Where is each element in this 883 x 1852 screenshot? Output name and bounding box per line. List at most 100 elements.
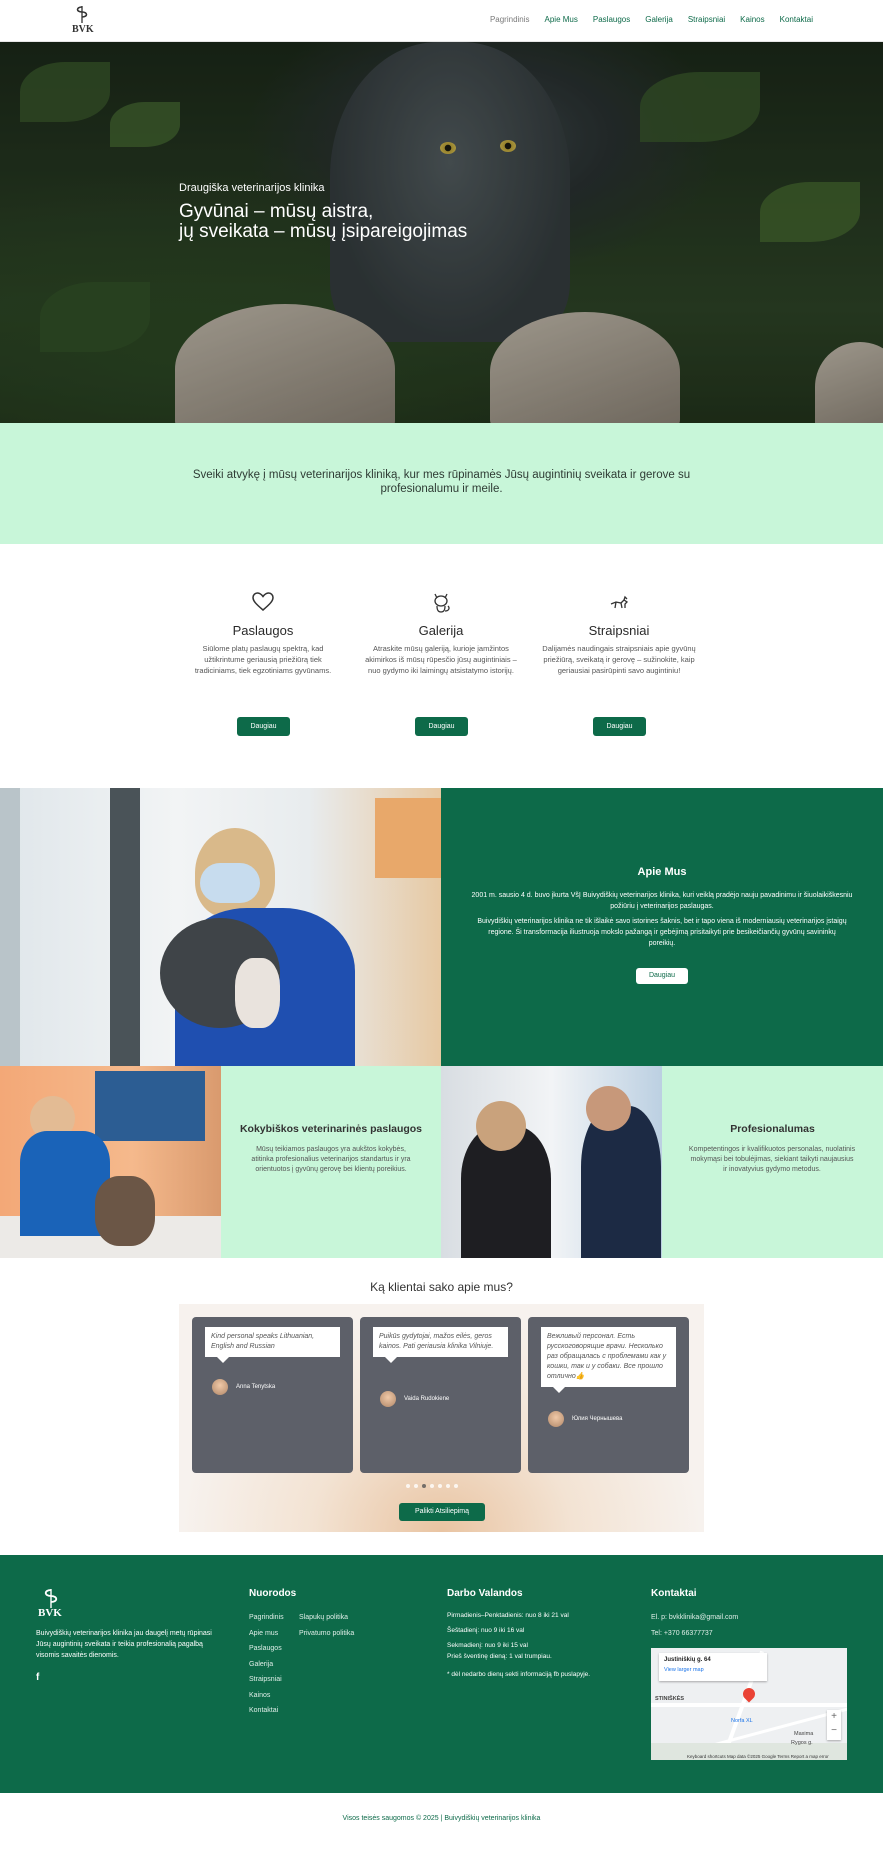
- galerija-more-button[interactable]: Daugiau: [415, 717, 468, 736]
- google-map[interactable]: Justiniškių g. 64 View larger map STINIŠ…: [651, 1648, 847, 1760]
- professional-text: Kompetentingos ir kvalifikuotos personal…: [688, 1146, 856, 1173]
- carousel-dot-active[interactable]: [422, 1484, 426, 1488]
- professional-section: Profesionalumas Kompetentingos ir kvalif…: [662, 1066, 883, 1258]
- vet-mask: [200, 863, 260, 903]
- hero-title: Gyvūnai – mūsų aistra, jų sveikata – mūs…: [179, 201, 468, 242]
- svg-text:BVK: BVK: [72, 24, 94, 35]
- dog-on-table: [95, 1176, 155, 1246]
- footer-link[interactable]: Galerija: [249, 1657, 284, 1673]
- footer-links-col2: Slapukų politika Privatumo politika: [299, 1610, 354, 1641]
- testimonial-author: Юлия Чернышева: [572, 1416, 623, 1422]
- dog-icon: [610, 595, 629, 609]
- contact-title: Kontaktai: [651, 1588, 697, 1599]
- testimonial-card: Kind personal speaks Lithuanian, English…: [192, 1317, 353, 1473]
- testimonial-card: Puikūs gydytojai, mažos eilės, geros kai…: [360, 1317, 521, 1473]
- nav-apie-mus[interactable]: Apie Mus: [545, 15, 578, 24]
- photo-vets-team: [441, 1066, 662, 1258]
- paslaugos-more-button[interactable]: Daugiau: [237, 717, 290, 736]
- site-footer: BVK Buivydiškių veterinarijos klinika ja…: [0, 1555, 883, 1793]
- feature-title: Paslaugos: [232, 623, 294, 638]
- map-label: Rygos g.: [791, 1740, 813, 1746]
- vet-right: [581, 1106, 661, 1258]
- nav-pagrindinis[interactable]: Pagrindinis: [490, 15, 530, 24]
- hours-title: Darbo Valandos: [447, 1588, 523, 1599]
- carousel-dot[interactable]: [406, 1484, 410, 1488]
- about-text-2: Buivydiškių veterinarijos klinika ne tik…: [477, 918, 847, 947]
- quality-text: Mūsų teikiamos paslaugos yra aukštos kok…: [251, 1146, 411, 1173]
- carousel-dot[interactable]: [430, 1484, 434, 1488]
- about-more-button[interactable]: Daugiau: [636, 968, 688, 984]
- contact-phone[interactable]: Tel: +370 66377737: [651, 1626, 738, 1642]
- facebook-icon[interactable]: f: [36, 1672, 39, 1683]
- testimonial-author: Anna Tenytska: [236, 1384, 276, 1390]
- about-photo-vet-with-cat: [0, 788, 441, 1066]
- hero-banner: Draugiška veterinarijos klinika Gyvūnai …: [0, 42, 883, 423]
- map-place-name: Justiniškių g. 64: [664, 1657, 711, 1663]
- quality-title: Kokybiškos veterinarinės paslaugos: [239, 1123, 423, 1135]
- testimonial-quote: Вежливый персонал. Есть русскоговорящие …: [541, 1327, 676, 1393]
- feature-text: Atraskite mūsų galeriją, kurioje įamžint…: [365, 644, 517, 675]
- opening-hours: Pirmadienis–Penktadienis: nuo 8 iki 21 v…: [447, 1612, 591, 1678]
- photo-vet-with-dog: [0, 1066, 221, 1258]
- carousel-dot[interactable]: [454, 1484, 458, 1488]
- nav-kainos[interactable]: Kainos: [740, 15, 764, 24]
- cat-icon: [434, 593, 450, 613]
- footer-link[interactable]: Kontaktai: [249, 1703, 284, 1719]
- avatar: [380, 1391, 396, 1407]
- about-title: Apie Mus: [637, 866, 687, 878]
- about-text-1: 2001 m. sausio 4 d. buvo įkurta VšĮ Buiv…: [471, 892, 853, 910]
- footer-link[interactable]: Slapukų politika: [299, 1610, 354, 1626]
- feature-straipsniai: Straipsniai Dalijamės naudingais straips…: [539, 590, 699, 736]
- feature-title: Straipsniai: [588, 623, 650, 638]
- nav-straipsniai[interactable]: Straipsniai: [688, 15, 725, 24]
- footer-link[interactable]: Paslaugos: [249, 1641, 284, 1657]
- hero-subtitle: Draugiška veterinarijos klinika: [179, 182, 325, 194]
- professional-title: Profesionalumas: [730, 1123, 815, 1135]
- about-section: Apie Mus 2001 m. sausio 4 d. buvo įkurta…: [441, 788, 883, 1066]
- footer-links-col1: Pagrindinis Apie mus Paslaugos Galerija …: [249, 1610, 284, 1719]
- avatar: [212, 1379, 228, 1395]
- contact-info: El. p: bvkklinika@gmail.com Tel: +370 66…: [651, 1610, 738, 1641]
- footer-link[interactable]: Pagrindinis: [249, 1610, 284, 1626]
- welcome-text: Sveiki atvykę į mūsų veterinarijos klini…: [192, 469, 691, 495]
- map-label: STINIŠKĖS: [655, 1696, 685, 1702]
- clinic-logo[interactable]: BVK: [70, 5, 94, 35]
- testimonial-quote: Kind personal speaks Lithuanian, English…: [205, 1327, 340, 1363]
- footer-link[interactable]: Straipsniai: [249, 1672, 284, 1688]
- nav-kontaktai[interactable]: Kontaktai: [780, 15, 813, 24]
- carousel-dots: [406, 1484, 458, 1488]
- feature-text: Siūlome platų paslaugų spektrą, kad užti…: [194, 644, 332, 675]
- nav-paslaugos[interactable]: Paslaugos: [593, 15, 630, 24]
- feature-galerija: Galerija Atraskite mūsų galeriją, kurioj…: [361, 590, 521, 736]
- site-header: BVK Pagrindinis Apie Mus Paslaugos Galer…: [0, 0, 883, 42]
- testimonial-card: Вежливый персонал. Есть русскоговорящие …: [528, 1317, 689, 1473]
- map-zoom-controls[interactable]: + −: [827, 1710, 841, 1740]
- testimonials-carousel[interactable]: Kind personal speaks Lithuanian, English…: [179, 1304, 704, 1532]
- map-attribution: Keyboard shortcuts Map data ©2025 Google…: [687, 1754, 829, 1759]
- feature-title: Galerija: [418, 623, 464, 638]
- leave-review-button[interactable]: Palikti Atsiliepimą: [399, 1503, 485, 1521]
- copyright: Visos teisės saugomos © 2025 | Buivydišk…: [342, 1815, 541, 1822]
- carousel-dot[interactable]: [414, 1484, 418, 1488]
- footer-link[interactable]: Kainos: [249, 1688, 284, 1704]
- quality-section: Kokybiškos veterinarinės paslaugos Mūsų …: [221, 1066, 441, 1258]
- carousel-dot[interactable]: [438, 1484, 442, 1488]
- heart-icon: [252, 592, 274, 611]
- contact-email[interactable]: El. p: bvkklinika@gmail.com: [651, 1610, 738, 1626]
- svg-text:BVK: BVK: [38, 1607, 62, 1618]
- straipsniai-more-button[interactable]: Daugiau: [593, 717, 646, 736]
- xray-board: [95, 1071, 205, 1141]
- carousel-dot[interactable]: [446, 1484, 450, 1488]
- footer-link[interactable]: Apie mus: [249, 1626, 284, 1642]
- map-label: Norfa XL: [731, 1718, 753, 1724]
- testimonials-title: Ką klientai sako apie mus?: [370, 1280, 513, 1294]
- footer-description: Buivydiškių veterinarijos klinika jau da…: [36, 1630, 212, 1659]
- footer-logo[interactable]: BVK: [36, 1588, 66, 1618]
- nav-galerija[interactable]: Galerija: [645, 15, 673, 24]
- map-larger-link[interactable]: View larger map: [664, 1667, 704, 1673]
- footer-link[interactable]: Privatumo politika: [299, 1626, 354, 1642]
- testimonial-quote: Puikūs gydytojai, mažos eilės, geros kai…: [373, 1327, 508, 1363]
- avatar: [548, 1411, 564, 1427]
- map-place-card: Justiniškių g. 64 View larger map: [659, 1653, 767, 1681]
- feature-paslaugos: Paslaugos Siūlome platų paslaugų spektrą…: [183, 590, 343, 736]
